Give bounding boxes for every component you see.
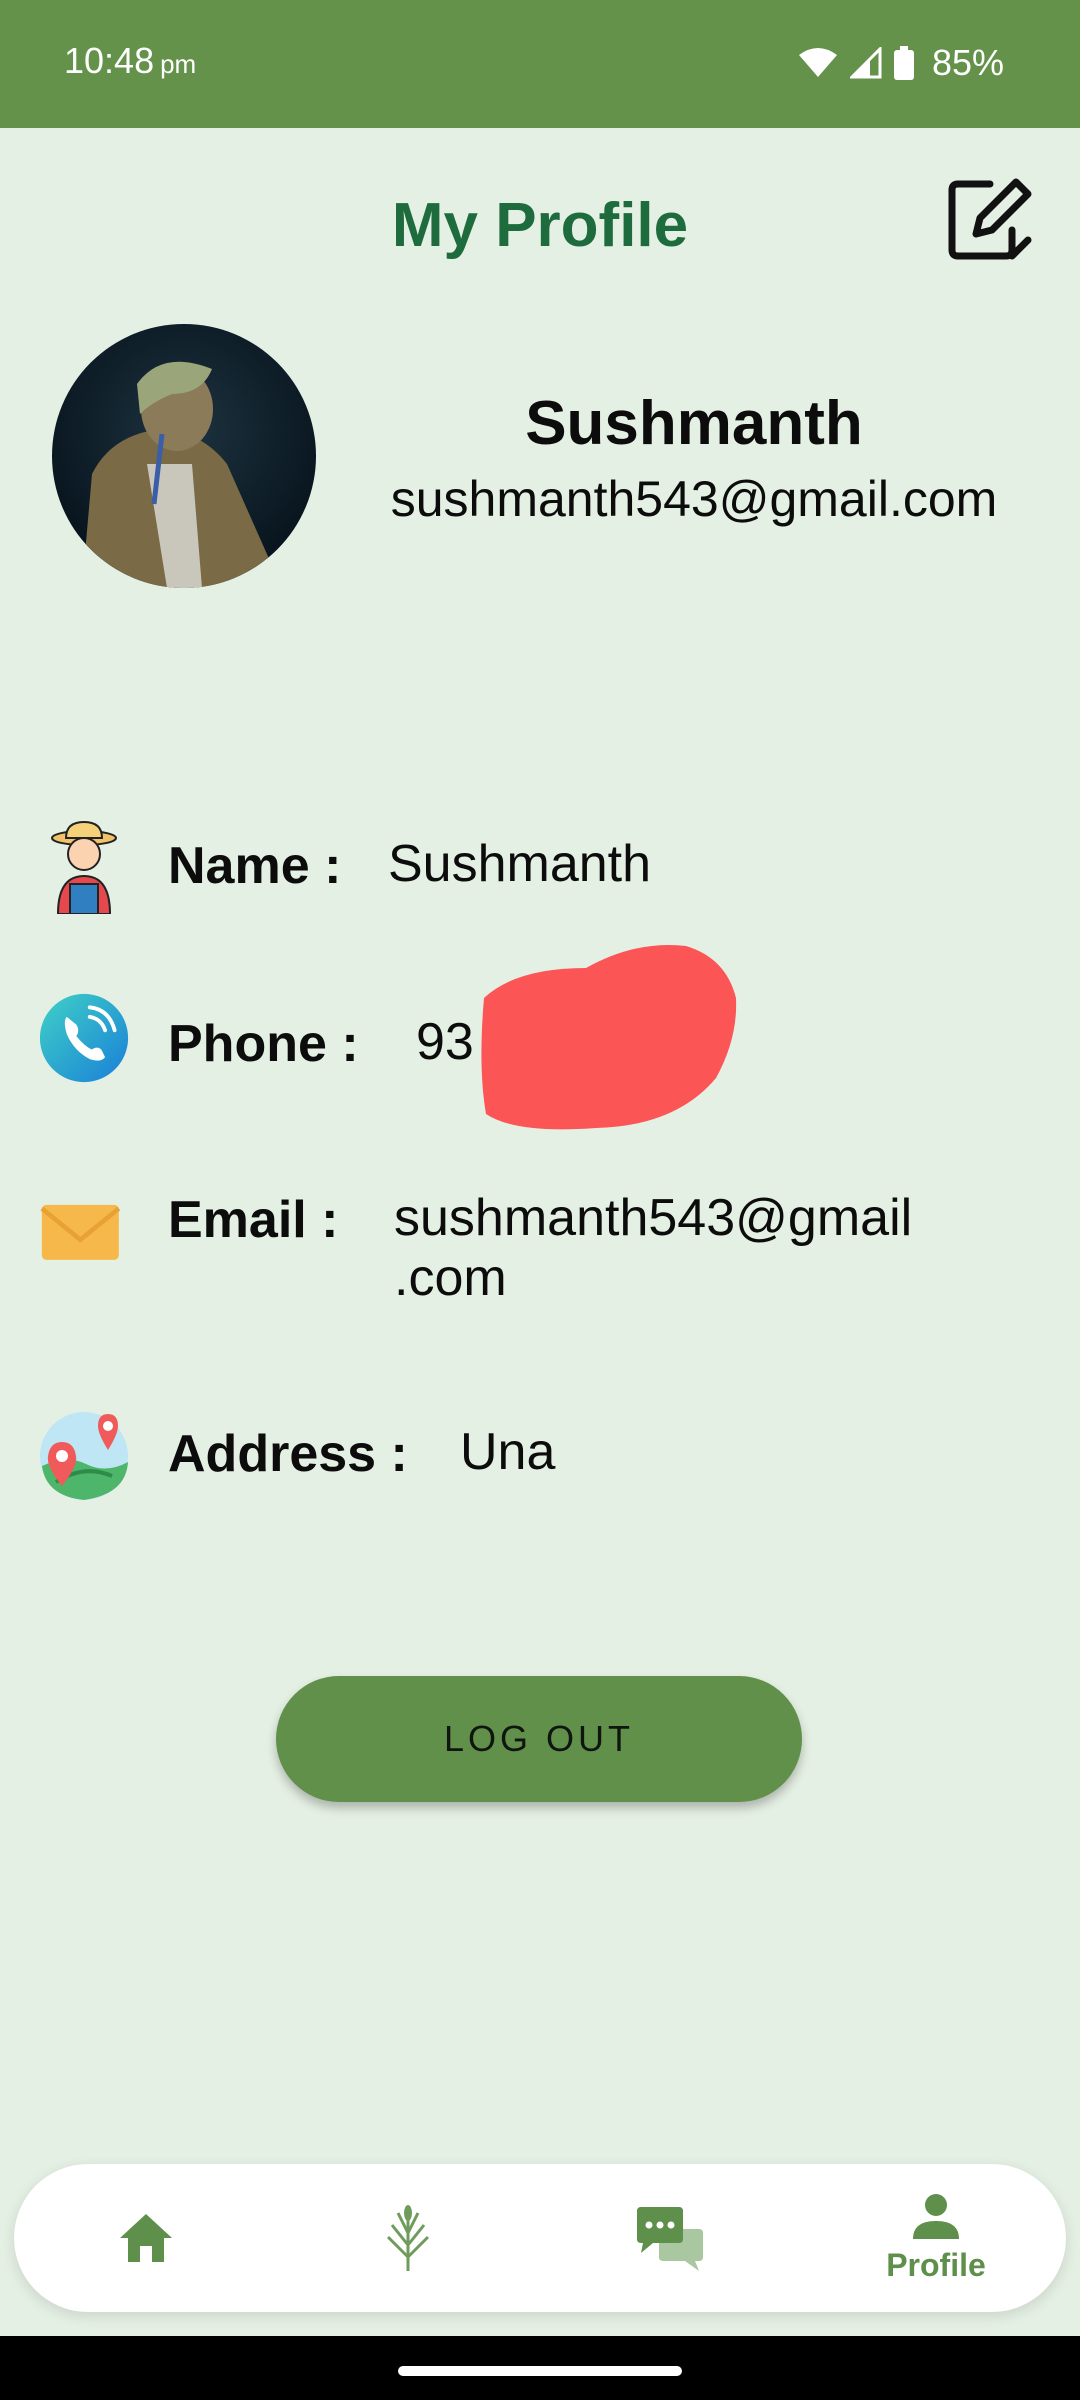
email-value-line2: .com [394, 1249, 507, 1307]
address-row: Address : Una [0, 1400, 1080, 1510]
profile-name: Sushmanth [525, 389, 863, 458]
edit-icon[interactable] [944, 176, 1032, 264]
envelope-icon [40, 1204, 121, 1260]
nav-item-profile[interactable]: Profile [846, 2164, 1026, 2312]
system-nav-bar [0, 2336, 1080, 2400]
wifi-icon [798, 48, 837, 77]
name-value: Sushmanth [388, 835, 652, 893]
profile-email: sushmanth543@gmail.com [390, 471, 998, 527]
email-row: Email : sushmanth543@gmail .com [0, 1176, 1080, 1326]
status-ampm: pm [160, 49, 197, 79]
status-bar: 10:48 pm 85% [0, 0, 1080, 128]
logout-button[interactable]: LOG OUT [276, 1676, 802, 1802]
nav-item-crop[interactable] [318, 2164, 498, 2312]
signal-icon [849, 47, 882, 79]
chat-icon [637, 2207, 703, 2271]
phone-value: 93 [416, 1013, 474, 1071]
name-row: Name : Sushmanth [0, 814, 1080, 924]
address-label: Address : [168, 1425, 408, 1483]
bottom-nav: Profile [14, 2164, 1066, 2312]
profile-icon [913, 2193, 959, 2239]
status-time: 10:48 pm [64, 40, 196, 82]
battery-percent: 85% [931, 42, 1004, 83]
location-map-icon [40, 1412, 128, 1500]
nav-item-home[interactable] [56, 2164, 236, 2312]
crop-icon [386, 2205, 430, 2271]
nav-label-profile: Profile [886, 2246, 986, 2283]
redaction-scribble [481, 944, 737, 1130]
status-icons: 85% [798, 42, 1004, 84]
page-title: My Profile [391, 191, 689, 260]
farmer-icon [51, 820, 117, 914]
email-label: Email : [168, 1191, 339, 1249]
phone-label: Phone : [168, 1015, 359, 1073]
status-time-value: 10:48 [64, 40, 155, 81]
phone-icon [39, 993, 129, 1083]
address-value: Una [460, 1423, 556, 1481]
nav-item-chat[interactable] [580, 2164, 760, 2312]
avatar [52, 324, 316, 588]
battery-icon [893, 46, 914, 80]
email-value-line1: sushmanth543@gmail [394, 1189, 913, 1247]
home-indicator[interactable] [398, 2366, 682, 2376]
home-icon [120, 2214, 172, 2262]
name-label: Name : [168, 837, 342, 895]
